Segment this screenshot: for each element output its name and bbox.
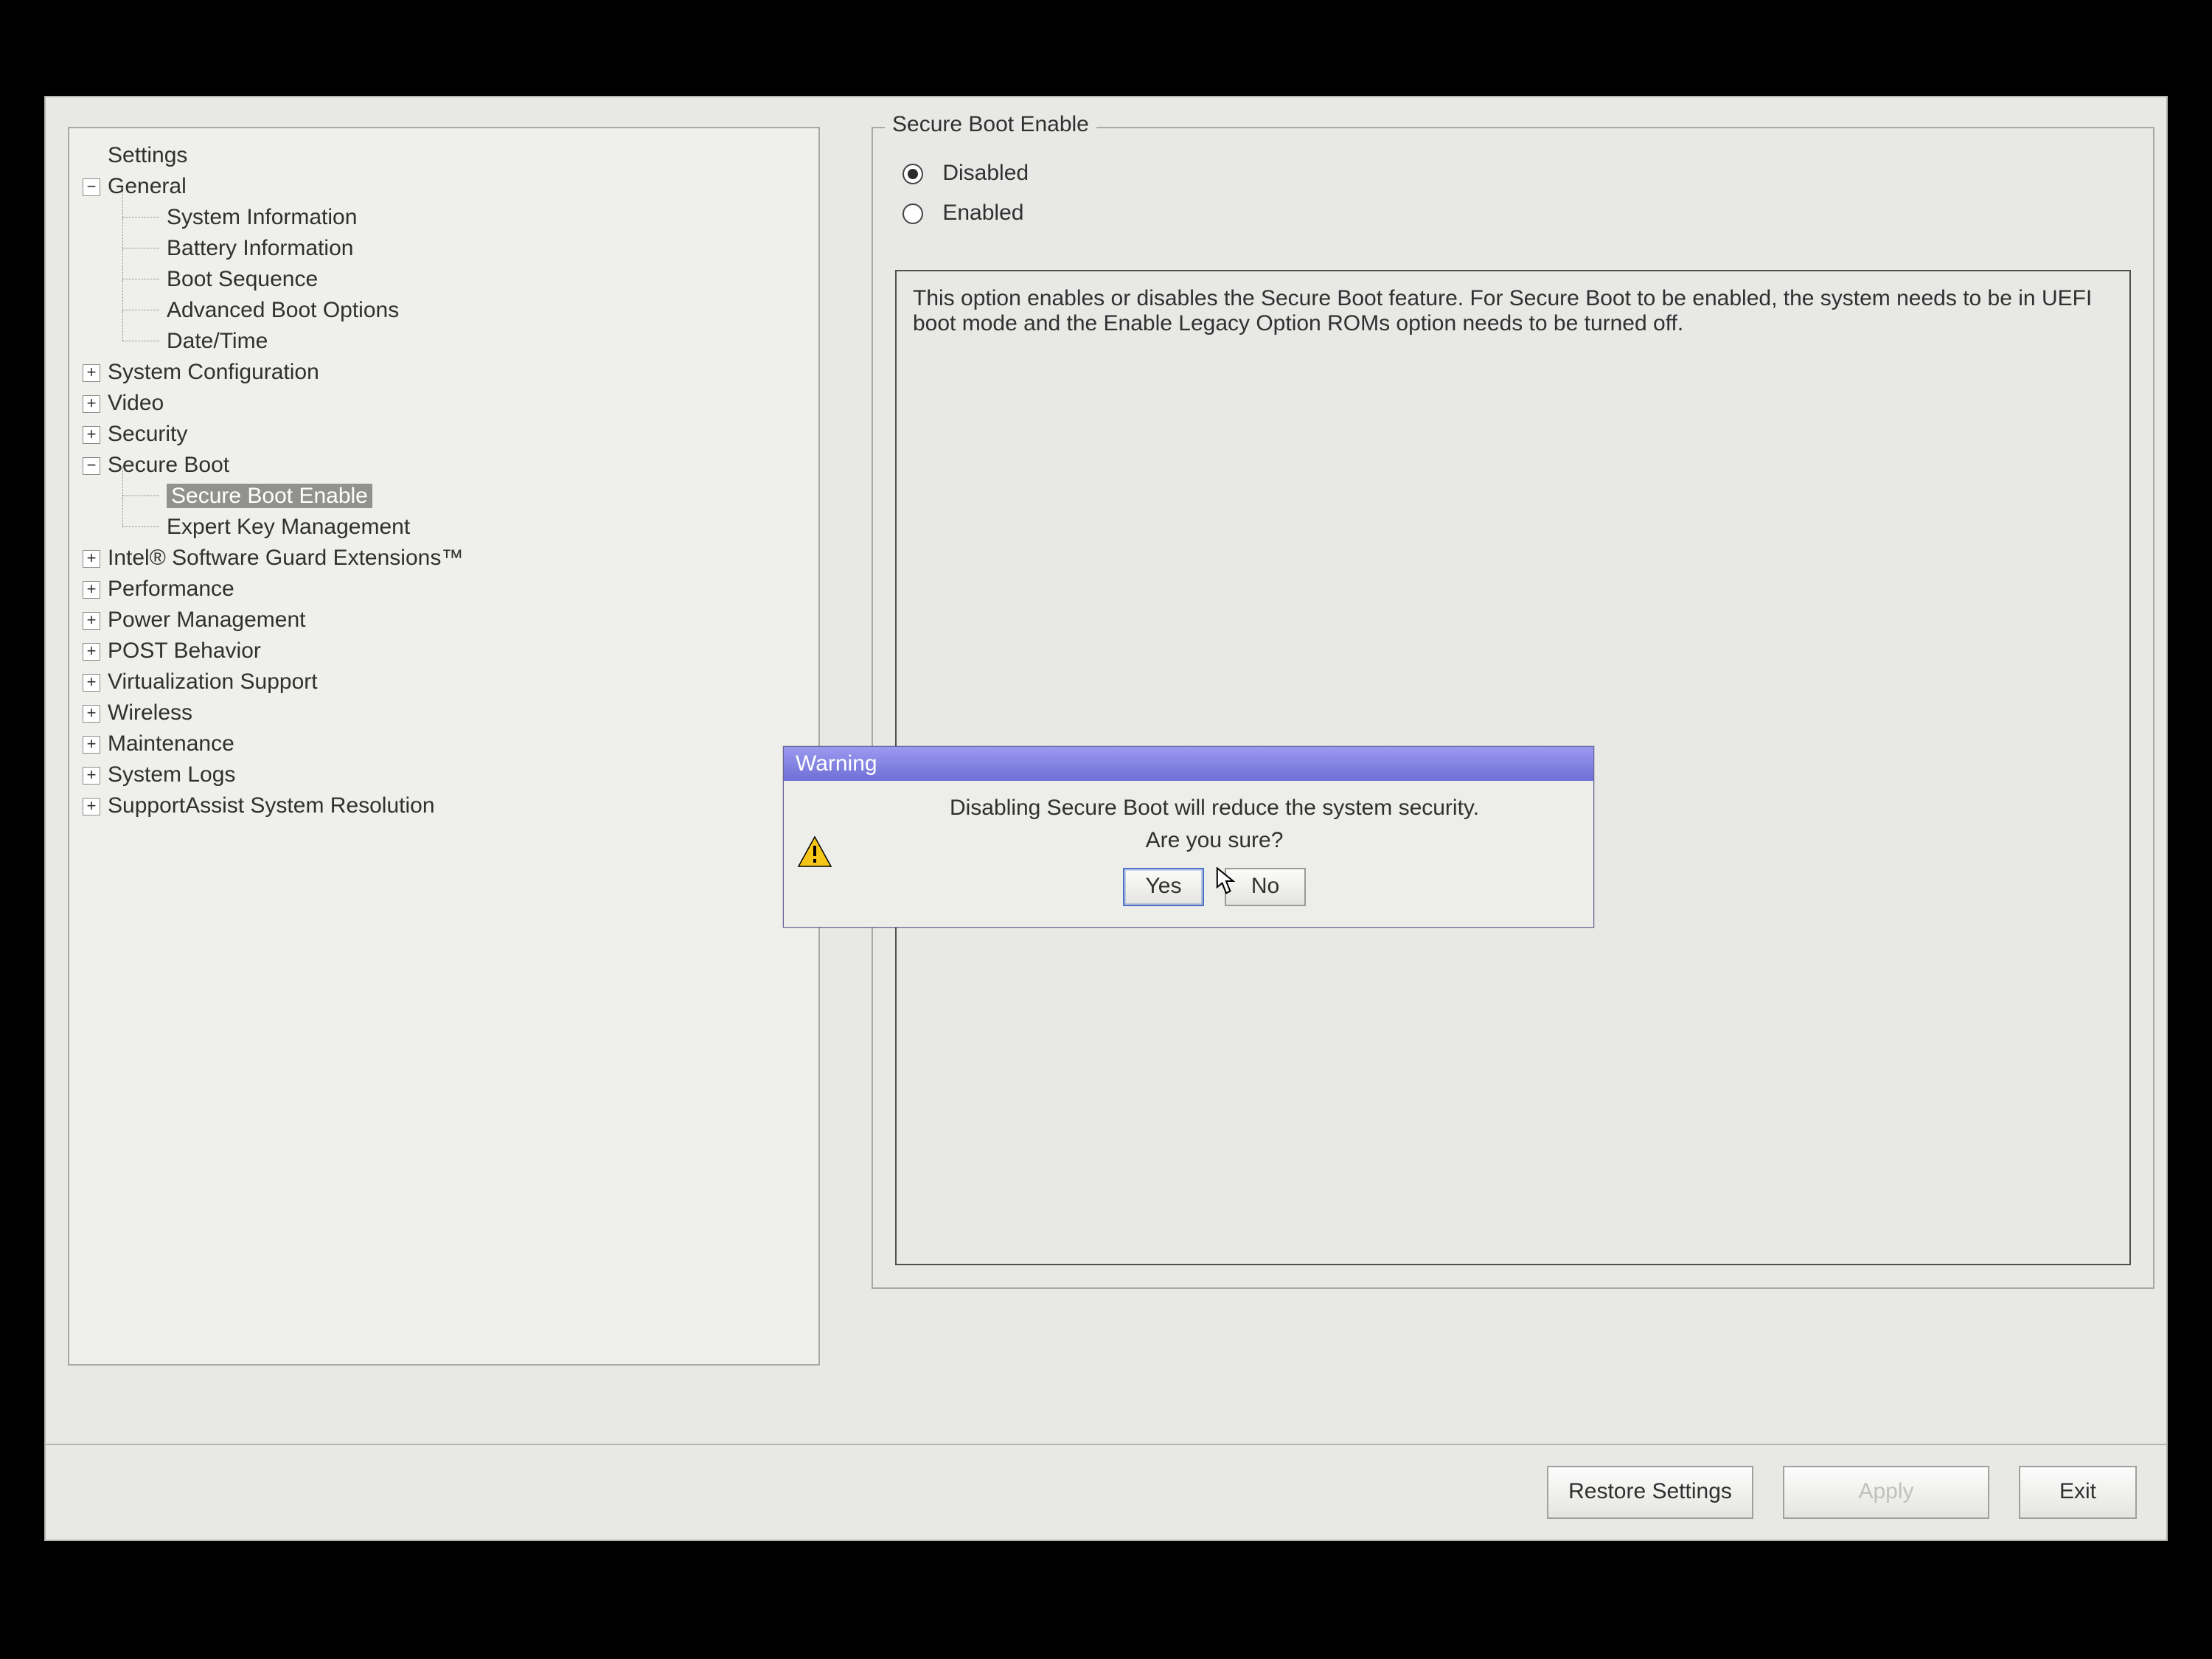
tree-system-information[interactable]: System Information bbox=[78, 202, 810, 233]
collapse-icon[interactable]: − bbox=[83, 457, 100, 475]
expand-icon[interactable]: + bbox=[83, 395, 100, 413]
collapse-icon[interactable]: − bbox=[83, 178, 100, 196]
tree-supportassist[interactable]: + SupportAssist System Resolution bbox=[78, 790, 810, 821]
expand-icon[interactable]: + bbox=[83, 767, 100, 785]
tree-sgx[interactable]: + Intel® Software Guard Extensions™ bbox=[78, 543, 810, 574]
tree-secure-boot[interactable]: − Secure Boot bbox=[78, 450, 810, 481]
content-panel: Secure Boot Enable Disabled Enabled This… bbox=[872, 112, 2154, 1366]
tree-general[interactable]: − General bbox=[78, 171, 810, 202]
tree-expert-key-management[interactable]: Expert Key Management bbox=[78, 512, 810, 543]
tree-video[interactable]: + Video bbox=[78, 388, 810, 419]
dialog-no-button[interactable]: No bbox=[1225, 868, 1306, 906]
tree-selected-label: Secure Boot Enable bbox=[167, 484, 372, 508]
tree-general-label: General bbox=[108, 174, 187, 198]
expand-icon[interactable]: + bbox=[83, 581, 100, 599]
radio-disabled-row[interactable]: Disabled bbox=[902, 161, 2131, 186]
radio-enabled-label: Enabled bbox=[942, 201, 1023, 225]
tree-post-behavior[interactable]: + POST Behavior bbox=[78, 636, 810, 667]
expand-icon[interactable]: + bbox=[83, 426, 100, 444]
secure-boot-enable-group: Secure Boot Enable Disabled Enabled This… bbox=[872, 127, 2154, 1289]
tree-root[interactable]: Settings bbox=[78, 140, 810, 171]
group-title: Secure Boot Enable bbox=[885, 112, 1096, 137]
expand-icon[interactable]: + bbox=[83, 798, 100, 815]
expand-icon[interactable]: + bbox=[83, 705, 100, 723]
tree-system-configuration[interactable]: + System Configuration bbox=[78, 357, 810, 388]
tree-system-logs[interactable]: + System Logs bbox=[78, 759, 810, 790]
tree-performance[interactable]: + Performance bbox=[78, 574, 810, 605]
dialog-line1: Disabling Secure Boot will reduce the sy… bbox=[858, 796, 1571, 821]
restore-settings-button[interactable]: Restore Settings bbox=[1547, 1466, 1753, 1519]
tree-root-label: Settings bbox=[108, 143, 187, 167]
tree-maintenance[interactable]: + Maintenance bbox=[78, 728, 810, 759]
footer-bar: Restore Settings Apply Exit bbox=[46, 1444, 2166, 1540]
expand-icon[interactable]: + bbox=[83, 550, 100, 568]
radio-disabled-label: Disabled bbox=[942, 161, 1029, 185]
description-text: This option enables or disables the Secu… bbox=[913, 286, 2092, 335]
dialog-line2: Are you sure? bbox=[858, 828, 1571, 853]
bios-window: Dell Inspiron 17-7779 Settings − General… bbox=[44, 96, 2168, 1541]
tree-advanced-boot-options[interactable]: Advanced Boot Options bbox=[78, 295, 810, 326]
warning-icon bbox=[797, 835, 832, 874]
settings-tree[interactable]: Settings − General System Information Ba… bbox=[68, 127, 820, 1366]
apply-button[interactable]: Apply bbox=[1783, 1466, 1989, 1519]
tree-power-management[interactable]: + Power Management bbox=[78, 605, 810, 636]
expand-icon[interactable]: + bbox=[83, 364, 100, 382]
tree-date-time[interactable]: Date/Time bbox=[78, 326, 810, 357]
radio-disabled[interactable] bbox=[902, 164, 923, 184]
tree-secure-boot-enable[interactable]: Secure Boot Enable bbox=[78, 481, 810, 512]
tree-security[interactable]: + Security bbox=[78, 419, 810, 450]
radio-enabled[interactable] bbox=[902, 204, 923, 224]
tree-virtualization[interactable]: + Virtualization Support bbox=[78, 667, 810, 698]
tree-boot-sequence[interactable]: Boot Sequence bbox=[78, 264, 810, 295]
exit-button[interactable]: Exit bbox=[2019, 1466, 2137, 1519]
radio-enabled-row[interactable]: Enabled bbox=[902, 201, 2131, 226]
expand-icon[interactable]: + bbox=[83, 674, 100, 692]
expand-icon[interactable]: + bbox=[83, 643, 100, 661]
expand-icon[interactable]: + bbox=[83, 612, 100, 630]
expand-icon[interactable]: + bbox=[83, 736, 100, 754]
dialog-title: Warning bbox=[784, 747, 1593, 781]
dialog-yes-button[interactable]: Yes bbox=[1123, 868, 1204, 906]
warning-dialog: Warning Disabling Secure Boot will reduc… bbox=[783, 746, 1594, 928]
tree-battery-information[interactable]: Battery Information bbox=[78, 233, 810, 264]
tree-wireless[interactable]: + Wireless bbox=[78, 698, 810, 728]
